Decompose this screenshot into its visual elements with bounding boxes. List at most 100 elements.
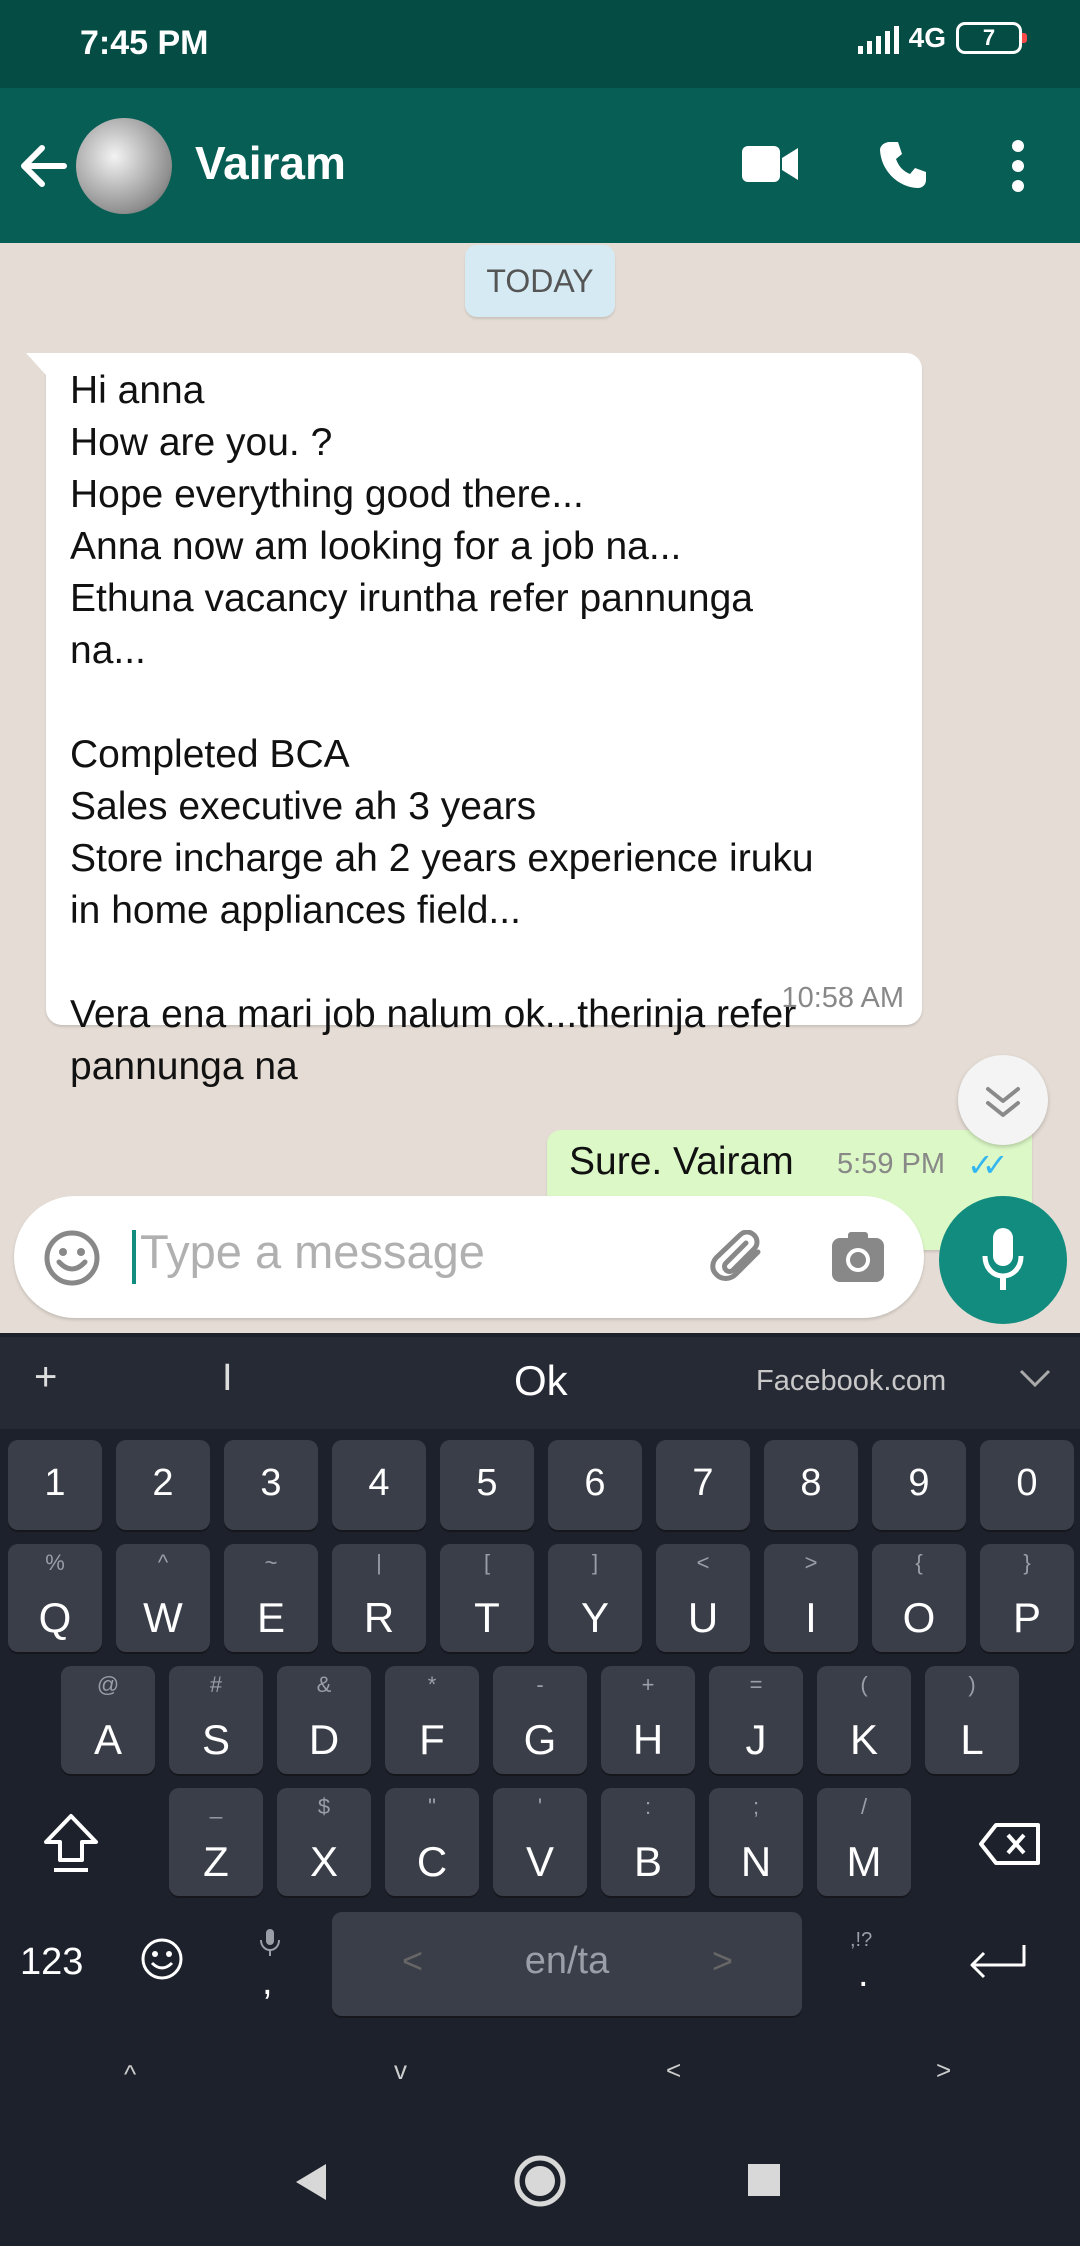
key-g[interactable]: -G (493, 1666, 587, 1774)
key-q[interactable]: % Q (8, 1544, 102, 1652)
space-right-arrow: > (712, 1940, 734, 1981)
key-secondary-label: ~ (264, 1550, 278, 1575)
key-w[interactable]: ^ W (116, 1544, 210, 1652)
key-label: R (363, 1594, 395, 1641)
key-r[interactable]: | R (332, 1544, 426, 1652)
key-secondary-label: ^ (157, 1550, 169, 1575)
key-n[interactable]: ; N (709, 1788, 803, 1896)
key-s[interactable]: # S (169, 1666, 263, 1774)
key-secondary-label: { (915, 1550, 923, 1575)
key-label: V (525, 1838, 554, 1885)
message-input-box[interactable]: Type a message (14, 1196, 924, 1318)
comma-key[interactable]: , (262, 1961, 273, 2004)
suggestion-1[interactable]: I (222, 1357, 233, 1400)
cursor-up-key[interactable]: ^ (124, 2059, 136, 2090)
message-input[interactable]: Type a message (140, 1224, 485, 1279)
key-9[interactable]: 9 (872, 1440, 966, 1530)
key-i[interactable]: > I (764, 1544, 858, 1652)
key-y[interactable]: ] Y (548, 1544, 642, 1652)
microphone-icon (982, 1228, 1024, 1290)
key-a[interactable]: @ A (61, 1666, 155, 1774)
key-label: S (201, 1716, 230, 1763)
emoji-icon[interactable] (42, 1228, 102, 1288)
key-u[interactable]: < U (656, 1544, 750, 1652)
key-secondary-label: ' (537, 1794, 543, 1819)
camera-icon[interactable] (830, 1230, 886, 1284)
keyboard-menu-button[interactable]: + (34, 1355, 57, 1400)
voice-input-icon[interactable] (258, 1927, 282, 1957)
key-label: 6 (584, 1462, 606, 1504)
key-label: O (902, 1594, 936, 1641)
nav-recents-icon[interactable] (748, 2164, 780, 2196)
space-key[interactable]: < en/ta > (332, 1912, 802, 2016)
key-4[interactable]: 4 (332, 1440, 426, 1530)
key-label: W (143, 1594, 183, 1641)
key-3[interactable]: 3 (224, 1440, 318, 1530)
key-secondary-label: & (316, 1672, 332, 1697)
key-x[interactable]: $ X (277, 1788, 371, 1896)
key-d[interactable]: & D (277, 1666, 371, 1774)
key-label: G (523, 1716, 557, 1763)
cursor-left-key[interactable]: < (666, 2055, 681, 2086)
key-secondary-label: : (644, 1794, 652, 1819)
contact-avatar[interactable] (76, 118, 172, 214)
emoji-key-icon[interactable] (138, 1935, 186, 1983)
suggestion-2[interactable]: Ok (514, 1357, 568, 1405)
key-7[interactable]: 7 (656, 1440, 750, 1530)
cursor-down-key[interactable]: v (394, 2055, 407, 2086)
key-secondary-label: + (641, 1672, 655, 1697)
chevron-down-icon[interactable] (1015, 1357, 1055, 1397)
key-8[interactable]: 8 (764, 1440, 858, 1530)
nav-back-icon[interactable] (292, 2160, 330, 2204)
backspace-icon[interactable] (978, 1821, 1042, 1867)
numbers-key[interactable]: 123 (20, 1941, 83, 1984)
key-o[interactable]: {O (872, 1544, 966, 1652)
nav-home-icon[interactable] (513, 2154, 567, 2208)
key-j[interactable]: = J (709, 1666, 803, 1774)
key-z[interactable]: _ Z (169, 1788, 263, 1896)
shift-icon[interactable] (42, 1812, 100, 1876)
status-time: 7:45 PM (80, 24, 209, 62)
key-c[interactable]: " C (385, 1788, 479, 1896)
chat-area[interactable]: TODAY Hi anna How are you. ? Hope everyt… (0, 243, 1080, 1333)
key-p[interactable]: } P (980, 1544, 1074, 1652)
key-t[interactable]: [T (440, 1544, 534, 1652)
key-label: C (416, 1838, 448, 1885)
more-options-icon[interactable] (1006, 138, 1030, 194)
key-2[interactable]: 2 (116, 1440, 210, 1530)
key-v[interactable]: ' V (493, 1788, 587, 1896)
key-0[interactable]: 0 (980, 1440, 1074, 1530)
double-chevron-down-icon (986, 1087, 1020, 1117)
voice-message-button[interactable] (939, 1196, 1067, 1324)
contact-name[interactable]: Vairam (195, 136, 346, 190)
key-1[interactable]: 1 (8, 1440, 102, 1530)
attach-icon[interactable] (710, 1230, 770, 1286)
back-arrow-icon[interactable] (18, 136, 68, 196)
key-e[interactable]: ~ E (224, 1544, 318, 1652)
cursor-right-key[interactable]: > (936, 2055, 951, 2086)
key-label: Q (38, 1594, 72, 1641)
key-f[interactable]: * F (385, 1666, 479, 1774)
key-secondary-label: | (376, 1550, 382, 1575)
key-label: N (740, 1838, 772, 1885)
key-secondary-label: # (209, 1672, 223, 1697)
key-k[interactable]: (K (817, 1666, 911, 1774)
voice-call-icon[interactable] (876, 138, 930, 192)
key-label: H (632, 1716, 664, 1763)
key-l[interactable]: ) L (925, 1666, 1019, 1774)
key-m[interactable]: / M (817, 1788, 911, 1896)
key-b[interactable]: :B (601, 1788, 695, 1896)
scroll-to-bottom-button[interactable] (958, 1055, 1048, 1145)
key-label: 2 (152, 1462, 174, 1504)
incoming-message[interactable]: Hi anna How are you. ? Hope everything g… (26, 353, 922, 1088)
period-key[interactable]: . (858, 1953, 869, 1996)
period-key-alt: ,!? (850, 1929, 873, 1951)
key-h[interactable]: + H (601, 1666, 695, 1774)
video-call-icon[interactable] (740, 142, 800, 186)
key-secondary-label: / (860, 1794, 868, 1819)
suggestion-3[interactable]: Facebook.com (756, 1365, 946, 1398)
key-5[interactable]: 5 (440, 1440, 534, 1530)
key-secondary-label: * (427, 1672, 437, 1697)
key-6[interactable]: 6 (548, 1440, 642, 1530)
enter-icon[interactable] (966, 1941, 1028, 1981)
